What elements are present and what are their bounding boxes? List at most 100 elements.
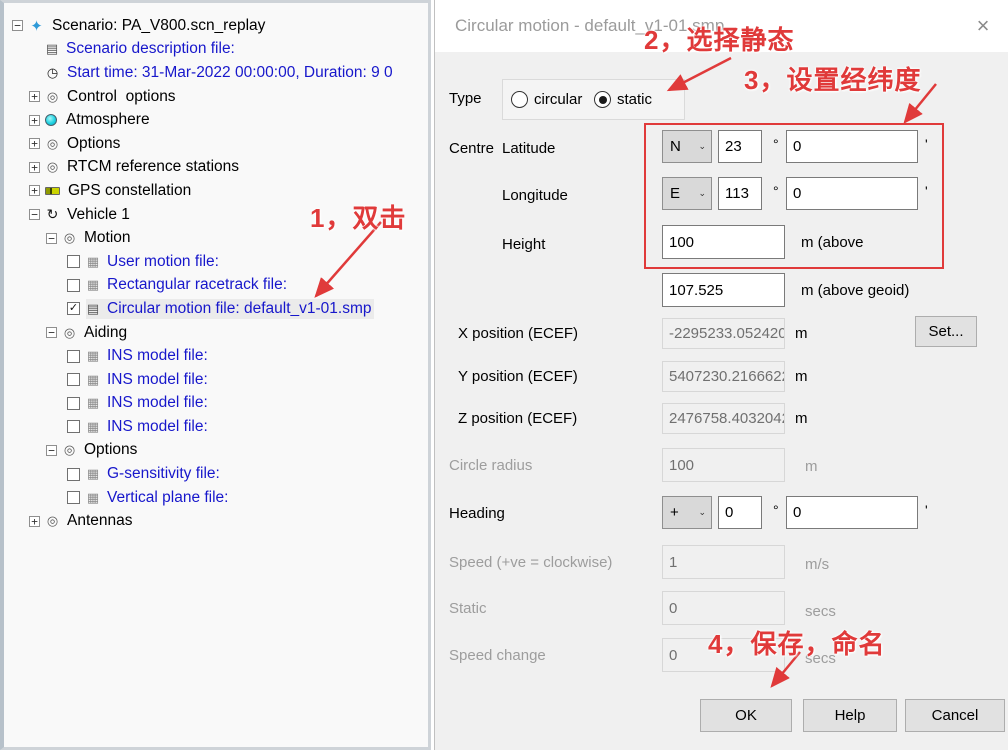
grid-icon: ▦ xyxy=(86,419,100,435)
checkbox-unchecked[interactable] xyxy=(67,279,80,292)
height-geoid-input[interactable] xyxy=(662,273,785,307)
static-input xyxy=(662,591,785,625)
tree-item-content: ▦User motion file: xyxy=(86,252,222,272)
heading-minute-symbol: ' xyxy=(925,502,928,518)
tree-item[interactable]: +◎Antennas xyxy=(4,509,428,533)
tree-item[interactable]: −◎Aiding xyxy=(4,321,428,345)
gear-icon: ◎ xyxy=(62,325,77,341)
set-button[interactable]: Set... xyxy=(915,316,977,347)
expand-icon[interactable]: + xyxy=(29,162,40,173)
tree-item[interactable]: + ◎Options xyxy=(4,132,428,156)
ecef-y-unit: m xyxy=(795,368,808,385)
tree-item-label: Options xyxy=(81,440,140,460)
checkbox-unchecked[interactable] xyxy=(67,350,80,363)
latitude-label: Latitude xyxy=(502,140,555,157)
tree-item[interactable]: ▦G-sensitivity file: xyxy=(4,462,428,486)
lon-degrees-input[interactable] xyxy=(718,177,762,210)
tree-item[interactable]: +◎Control options xyxy=(4,85,428,109)
ecef-z-unit: m xyxy=(795,410,808,427)
gear-icon: ◎ xyxy=(45,136,60,152)
ok-button[interactable]: OK xyxy=(700,699,792,732)
tree-item-label: GPS constellation xyxy=(65,181,194,201)
collapse-icon[interactable]: − xyxy=(46,445,57,456)
tree-item-label: Atmosphere xyxy=(63,110,153,130)
checkbox-unchecked[interactable] xyxy=(67,255,80,268)
centre-label: Centre xyxy=(449,140,494,157)
collapse-icon[interactable]: − xyxy=(29,209,40,220)
grid-icon: ▦ xyxy=(86,277,100,293)
tree-item[interactable]: ▦Rectangular racetrack file: xyxy=(4,274,428,298)
tree-item-content: ↻Vehicle 1 xyxy=(45,205,133,225)
height-input[interactable] xyxy=(662,225,785,259)
speed-change-label: Speed change xyxy=(449,647,546,664)
lat-degrees-input[interactable] xyxy=(718,130,762,163)
radio-static-label[interactable]: static xyxy=(617,91,652,108)
heading-degree-symbol: ° xyxy=(773,502,779,518)
lat-minutes-input[interactable] xyxy=(786,130,918,163)
lon-hemisphere-value: E xyxy=(670,185,680,202)
checkbox-unchecked[interactable] xyxy=(67,420,80,433)
speed-unit: m/s xyxy=(805,556,829,573)
tree-item[interactable]: ▦INS model file: xyxy=(4,392,428,416)
speed-input xyxy=(662,545,785,579)
annotation-step1: 1，双击 xyxy=(310,198,406,235)
help-button[interactable]: Help xyxy=(803,699,897,732)
collapse-icon[interactable]: − xyxy=(46,233,57,244)
tree-item[interactable]: ✓ ▤Circular motion file: default_v1-01.sm… xyxy=(4,297,428,321)
collapse-icon[interactable]: − xyxy=(12,20,23,31)
tree-item[interactable]: ▤Scenario description file: xyxy=(4,38,428,62)
expand-icon[interactable]: + xyxy=(29,185,40,196)
checkbox-unchecked[interactable] xyxy=(67,373,80,386)
ecef-y-label: Y position (ECEF) xyxy=(458,368,578,385)
heading-label: Heading xyxy=(449,505,505,522)
tree-item-label: INS model file: xyxy=(104,417,211,437)
tree-item[interactable]: ▦Vertical plane file: xyxy=(4,486,428,510)
lon-hemisphere-select[interactable]: E ⌄ xyxy=(662,177,712,210)
chevron-down-icon: ⌄ xyxy=(698,141,706,152)
expand-icon[interactable]: + xyxy=(29,91,40,102)
tree-item[interactable]: −✦Scenario: PA_V800.scn_replay xyxy=(4,14,428,38)
gear-icon: ◎ xyxy=(62,230,77,246)
tree-item-content: GPS constellation xyxy=(45,181,194,201)
gear-icon: ◎ xyxy=(45,159,60,175)
ecef-y-input xyxy=(662,361,785,392)
expand-icon[interactable]: + xyxy=(29,516,40,527)
checkbox-unchecked[interactable] xyxy=(67,468,80,481)
heading-sign-select[interactable]: + ⌄ xyxy=(662,496,712,529)
checkbox-checked[interactable]: ✓ xyxy=(67,302,80,315)
tree-item-content: ▤Circular motion file: default_v1-01.smp xyxy=(86,299,374,319)
ecef-z-input xyxy=(662,403,785,434)
tree-item[interactable]: + Atmosphere xyxy=(4,108,428,132)
checkbox-unchecked[interactable] xyxy=(67,491,80,504)
heading-degrees-input[interactable] xyxy=(718,496,762,529)
cancel-button[interactable]: Cancel xyxy=(905,699,1005,732)
lat-hemisphere-select[interactable]: N ⌄ xyxy=(662,130,712,163)
tree-item[interactable]: ◷Start time: 31-Mar-2022 00:00:00, Durat… xyxy=(4,61,428,85)
tree-item-content: Atmosphere xyxy=(45,110,153,130)
tree-item[interactable]: ▦User motion file: xyxy=(4,250,428,274)
collapse-icon[interactable]: − xyxy=(46,327,57,338)
tree-item[interactable]: ▦INS model file: xyxy=(4,344,428,368)
radio-circular[interactable] xyxy=(511,91,528,108)
doc-icon: ▤ xyxy=(86,301,100,317)
tree-item-content: ▤Scenario description file: xyxy=(45,39,238,59)
heading-minutes-input[interactable] xyxy=(786,496,918,529)
tree-item[interactable]: ▦INS model file: xyxy=(4,368,428,392)
atmosphere-icon xyxy=(45,114,57,126)
lon-minutes-input[interactable] xyxy=(786,177,918,210)
type-label: Type xyxy=(449,90,482,107)
tree-item[interactable]: −◎Options xyxy=(4,439,428,463)
height-label: Height xyxy=(502,236,545,253)
annotation-step3: 3，设置经纬度 xyxy=(744,60,921,97)
tree-item-content: ◎Options xyxy=(45,134,123,154)
lon-degree-symbol: ° xyxy=(773,183,779,199)
close-icon[interactable]: × xyxy=(970,13,996,39)
tree-item[interactable]: +◎RTCM reference stations xyxy=(4,156,428,180)
ecef-z-label: Z position (ECEF) xyxy=(458,410,577,427)
radio-static[interactable] xyxy=(594,91,611,108)
checkbox-unchecked[interactable] xyxy=(67,397,80,410)
expand-icon[interactable]: + xyxy=(29,138,40,149)
radio-circular-label[interactable]: circular xyxy=(534,91,582,108)
expand-icon[interactable]: + xyxy=(29,115,40,126)
tree-item[interactable]: ▦INS model file: xyxy=(4,415,428,439)
